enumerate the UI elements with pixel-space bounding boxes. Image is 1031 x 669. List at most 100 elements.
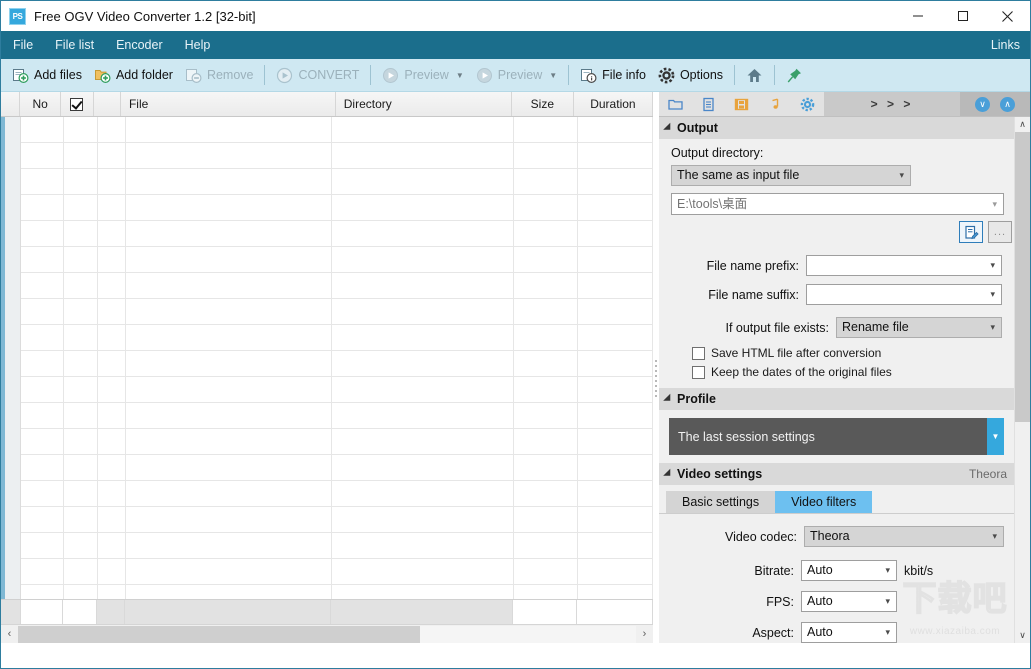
summary-cell [577, 600, 653, 624]
home-button[interactable] [740, 62, 769, 88]
bitrate-value: Auto [807, 563, 833, 577]
section-header-output[interactable]: Output [659, 117, 1014, 139]
keep-dates-checkbox[interactable] [692, 365, 705, 379]
preview-output-caret-icon[interactable]: ▼ [549, 71, 557, 80]
splitter-grip [655, 360, 657, 400]
section-header-profile[interactable]: Profile [659, 388, 1014, 410]
grid-row-divider [21, 272, 653, 273]
save-html-checkbox[interactable] [692, 346, 705, 360]
add-folder-icon [94, 69, 111, 83]
main-area: No File Directory Size Duration ‹ › > > … [1, 92, 1030, 643]
chevron-down-icon[interactable]: ▾ [885, 628, 890, 637]
remove-icon [185, 68, 202, 83]
tab-video-filters[interactable]: Video filters [775, 491, 873, 513]
profile-select[interactable]: The last session settings ▼ [669, 418, 1004, 455]
save-html-label: Save HTML file after conversion [711, 346, 882, 360]
fps-row: FPS: Auto ▾ [669, 591, 1004, 612]
chevron-down-icon[interactable]: ▾ [899, 171, 904, 180]
chevron-down-icon[interactable]: ▾ [992, 199, 997, 209]
column-no[interactable]: No [20, 92, 61, 116]
file-name-prefix-input[interactable]: ▾ [806, 255, 1002, 276]
file-list-body[interactable] [1, 117, 653, 624]
section-title-video-settings: Video settings [677, 467, 763, 481]
hscroll-thumb[interactable] [18, 625, 420, 643]
collapse-triangle-icon[interactable] [663, 393, 674, 405]
menu-help[interactable]: Help [174, 31, 222, 59]
video-codec-label: Video codec: [724, 529, 797, 544]
browse-output-path-button[interactable]: ... [988, 221, 1012, 243]
remove-button[interactable]: Remove [179, 62, 260, 88]
grid-row-divider [21, 506, 653, 507]
file-name-suffix-input[interactable]: ▾ [806, 284, 1002, 305]
tab-basic-settings[interactable]: Basic settings [666, 491, 776, 513]
bitrate-input[interactable]: Auto ▾ [801, 560, 897, 581]
save-html-checkbox-row[interactable]: Save HTML file after conversion [692, 346, 1002, 360]
chevron-down-icon[interactable]: ▼ [987, 418, 1004, 455]
chevron-down-icon[interactable]: ▾ [885, 597, 890, 606]
grid-row-divider [21, 168, 653, 169]
file-list-horizontal-scrollbar[interactable]: ‹ › [1, 624, 653, 643]
video-codec-select[interactable]: Theora ▾ [804, 526, 1004, 547]
chevron-down-icon[interactable]: ∨ [975, 96, 990, 112]
minimize-button[interactable] [895, 1, 940, 31]
add-folder-button[interactable]: Add folder [88, 62, 179, 88]
vscroll-up-arrow-icon[interactable]: ∧ [1015, 117, 1030, 132]
chevron-down-icon[interactable]: ▾ [990, 261, 995, 270]
rp-tab-audio[interactable] [758, 92, 791, 116]
settings-panel-vertical-scrollbar[interactable]: ∧ ∨ [1014, 117, 1030, 643]
hscroll-left-arrow-icon[interactable]: ‹ [1, 625, 18, 643]
aspect-value: Auto [807, 625, 833, 639]
column-icon[interactable] [93, 92, 121, 116]
column-size[interactable]: Size [511, 92, 574, 116]
add-files-button[interactable]: Add files [6, 62, 88, 88]
hscroll-track[interactable] [18, 625, 636, 643]
convert-icon [277, 67, 293, 83]
output-exists-label: If output file exists: [725, 320, 829, 335]
fps-input[interactable]: Auto ▾ [801, 591, 897, 612]
collapse-triangle-icon[interactable] [663, 468, 674, 480]
rp-tab-profile[interactable] [692, 92, 725, 116]
chevron-down-icon[interactable]: ▾ [990, 290, 995, 299]
preview-source-caret-icon[interactable]: ▼ [456, 71, 464, 80]
chevron-down-icon[interactable]: ▾ [992, 532, 997, 541]
rp-tab-output[interactable] [659, 92, 692, 116]
hscroll-right-arrow-icon[interactable]: › [636, 625, 653, 643]
document-icon [703, 97, 714, 111]
chevron-up-icon[interactable]: ∧ [1000, 96, 1015, 112]
convert-button[interactable]: CONVERT [270, 62, 365, 88]
menu-file-list[interactable]: File list [44, 31, 105, 59]
preview-source-button[interactable]: Preview ▼ [376, 62, 469, 88]
select-all-checkbox[interactable] [70, 97, 84, 111]
rp-tab-video[interactable] [725, 92, 758, 116]
section-title-profile: Profile [677, 392, 716, 406]
chevron-down-icon[interactable]: ▾ [990, 323, 995, 332]
column-file[interactable]: File [120, 92, 336, 116]
vscroll-down-arrow-icon[interactable]: ∨ [1015, 628, 1030, 643]
collapse-triangle-icon[interactable] [663, 122, 674, 134]
column-checkbox[interactable] [60, 92, 94, 116]
menu-encoder[interactable]: Encoder [105, 31, 174, 59]
output-exists-select[interactable]: Rename file ▾ [836, 317, 1002, 338]
options-button[interactable]: Options [652, 62, 729, 88]
output-directory-path-input[interactable]: E:\tools\桌面 ▾ [671, 193, 1004, 215]
preview-output-button[interactable]: Preview ▼ [470, 62, 563, 88]
menu-links[interactable]: Links [991, 38, 1020, 52]
settings-panel-expand-arrows[interactable]: > > > [824, 92, 960, 116]
vscroll-thumb[interactable] [1015, 132, 1030, 422]
file-info-button[interactable]: File info [574, 62, 652, 88]
keep-dates-checkbox-row[interactable]: Keep the dates of the original files [692, 365, 1002, 379]
close-button[interactable] [985, 1, 1030, 31]
pin-button[interactable] [780, 62, 809, 88]
menu-file[interactable]: File [1, 31, 44, 59]
section-header-video-settings[interactable]: Video settings Theora [659, 463, 1014, 485]
column-duration[interactable]: Duration [573, 92, 654, 116]
add-files-icon [13, 68, 29, 83]
maximize-button[interactable] [940, 1, 985, 31]
output-directory-mode-select[interactable]: The same as input file ▾ [671, 165, 911, 186]
rp-tab-settings[interactable] [791, 92, 824, 116]
column-directory[interactable]: Directory [335, 92, 512, 116]
edit-output-path-button[interactable] [959, 221, 983, 243]
aspect-input[interactable]: Auto ▾ [801, 622, 897, 643]
grid-row-divider [21, 194, 653, 195]
chevron-down-icon[interactable]: ▾ [885, 566, 890, 575]
